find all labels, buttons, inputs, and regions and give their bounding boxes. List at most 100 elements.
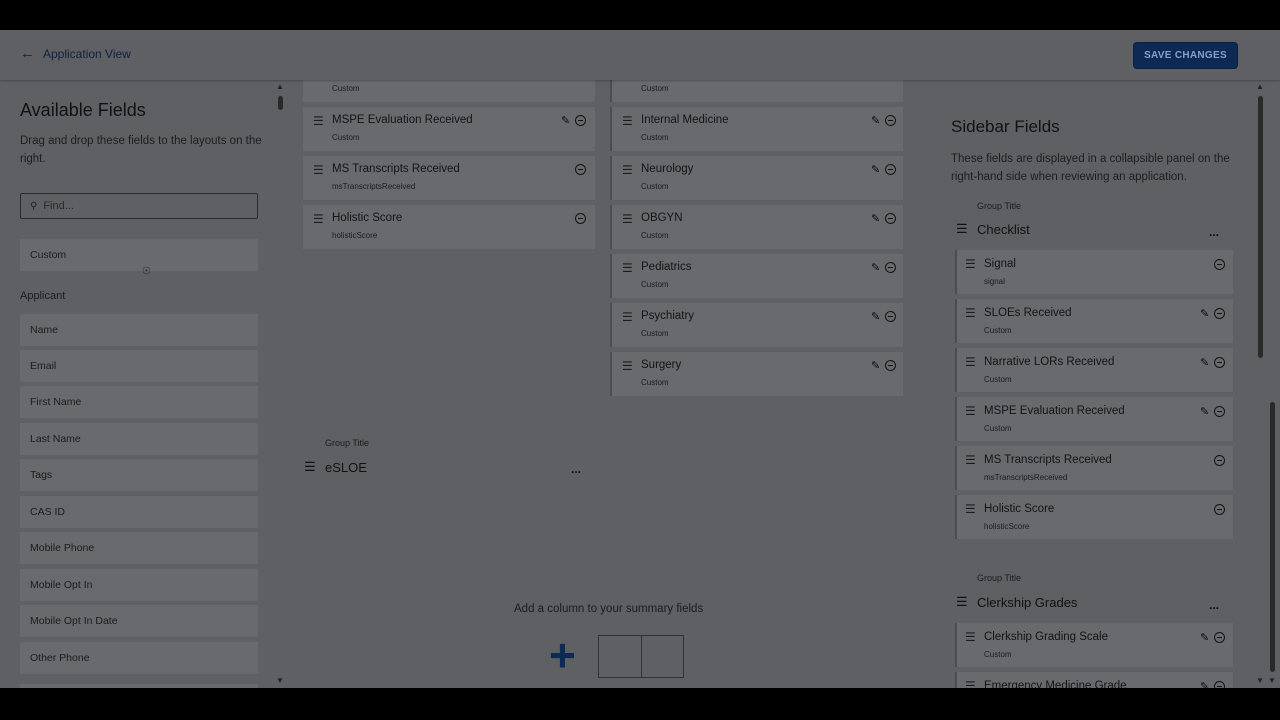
- remove-icon[interactable]: [885, 115, 896, 126]
- remove-icon[interactable]: [885, 311, 896, 322]
- remove-icon[interactable]: [575, 164, 586, 175]
- edit-icon[interactable]: ✎: [561, 114, 570, 127]
- drag-handle-icon[interactable]: ☰: [956, 594, 968, 610]
- layout-field-card[interactable]: ☰ Internal Medicine Custom ✎: [610, 107, 903, 151]
- back-link[interactable]: ← Application View: [20, 46, 131, 61]
- group-menu-button[interactable]: ...: [571, 462, 581, 476]
- field-item[interactable]: First Name: [20, 386, 258, 418]
- edit-icon[interactable]: ✎: [871, 212, 880, 225]
- drag-handle-icon[interactable]: ☰: [965, 356, 976, 368]
- remove-icon[interactable]: [1214, 357, 1225, 368]
- remove-icon[interactable]: [575, 213, 586, 224]
- page-scrollbar[interactable]: ▲ ▼: [1268, 30, 1278, 688]
- layout-field-card[interactable]: ☰ MSPE Evaluation Received Custom ✎: [303, 107, 595, 151]
- field-item[interactable]: CAS ID: [20, 496, 258, 528]
- sidebar-scrollbar[interactable]: ▲ ▼: [1256, 80, 1266, 688]
- drag-handle-icon[interactable]: ☰: [965, 307, 976, 319]
- layout-field-card[interactable]: ☰ MS Transcripts Received msTranscriptsRec…: [303, 156, 595, 200]
- layout-field-card[interactable]: ☰ Neurology Custom ✎: [610, 156, 903, 200]
- sidebar-field-card[interactable]: ☰ Narrative LORs Received Custom ✎: [955, 348, 1233, 392]
- drag-handle-icon[interactable]: ☰: [622, 262, 633, 274]
- two-column-layout-option[interactable]: [598, 635, 684, 678]
- drag-handle-icon[interactable]: ☰: [965, 258, 976, 270]
- group-menu-button[interactable]: ...: [1209, 225, 1219, 239]
- edit-icon[interactable]: ✎: [1200, 356, 1209, 369]
- remove-icon[interactable]: [575, 115, 586, 126]
- drag-handle-icon[interactable]: ☰: [313, 164, 324, 176]
- field-item[interactable]: Other Phone: [20, 642, 258, 674]
- sidebar-field-card[interactable]: ☰ Emergency Medicine Grade ✎: [955, 672, 1233, 688]
- layout-field-card[interactable]: ☰ Psychiatry Custom ✎: [610, 303, 903, 347]
- scroll-thumb[interactable]: [1270, 402, 1275, 672]
- scroll-down-icon[interactable]: ▼: [276, 676, 284, 685]
- remove-icon[interactable]: [885, 262, 896, 273]
- layout-field-card[interactable]: ☰ Pediatrics Custom ✎: [610, 254, 903, 298]
- edit-icon[interactable]: ✎: [1200, 631, 1209, 644]
- drag-handle-icon[interactable]: ☰: [622, 213, 633, 225]
- layout-field-card[interactable]: ☰ Surgery Custom ✎: [610, 352, 903, 396]
- remove-icon[interactable]: [885, 164, 896, 175]
- edit-icon[interactable]: ✎: [871, 114, 880, 127]
- drag-handle-icon[interactable]: ☰: [965, 503, 976, 515]
- remove-icon[interactable]: [885, 360, 896, 371]
- remove-icon[interactable]: [1214, 632, 1225, 643]
- sidebar-field-card[interactable]: ☰ MSPE Evaluation Received Custom ✎: [955, 397, 1233, 441]
- drag-handle-icon[interactable]: ☰: [965, 454, 976, 466]
- drag-handle-icon[interactable]: ☰: [965, 631, 976, 643]
- sidebar-field-card[interactable]: ☰ Holistic Score holisticScore: [955, 495, 1233, 539]
- group-menu-button[interactable]: ...: [1209, 598, 1219, 612]
- layout-field-card[interactable]: ☰ OBGYN Custom ✎: [610, 205, 903, 249]
- field-item[interactable]: Tags: [20, 459, 258, 491]
- drag-handle-icon[interactable]: ☰: [313, 115, 324, 127]
- drag-handle-icon[interactable]: ☰: [313, 213, 324, 225]
- sidebar-field-card[interactable]: ☰ SLOEs Received Custom ✎: [955, 299, 1233, 343]
- field-item[interactable]: Last Name: [20, 423, 258, 455]
- field-item[interactable]: Mobile Opt In Date: [20, 605, 258, 637]
- drag-handle-icon[interactable]: ☰: [622, 360, 633, 372]
- edit-icon[interactable]: ✎: [1200, 307, 1209, 320]
- remove-icon[interactable]: [1214, 308, 1225, 319]
- edit-icon[interactable]: ✎: [871, 359, 880, 372]
- drag-handle-icon[interactable]: ☰: [622, 311, 633, 323]
- sidebar-fields-title: Sidebar Fields: [951, 117, 1060, 136]
- edit-icon[interactable]: ✎: [1200, 405, 1209, 418]
- add-column-icon[interactable]: +: [549, 632, 576, 678]
- scroll-down-icon[interactable]: ▼: [1256, 676, 1264, 685]
- scroll-thumb[interactable]: [278, 96, 283, 110]
- field-item[interactable]: Name: [20, 314, 258, 346]
- sidebar-field-card[interactable]: ☰ Clerkship Grading Scale Custom ✎: [955, 623, 1233, 667]
- remove-icon[interactable]: [1214, 455, 1225, 466]
- drag-handle-icon[interactable]: ☰: [622, 115, 633, 127]
- drag-handle-icon[interactable]: ☰: [622, 164, 633, 176]
- layout-field-card[interactable]: ☰ Holistic Score holisticScore: [303, 205, 595, 249]
- drag-handle-icon[interactable]: ☰: [956, 221, 968, 237]
- remove-icon[interactable]: [1214, 681, 1225, 688]
- left-scrollbar[interactable]: ▲ ▼: [276, 80, 286, 688]
- remove-icon[interactable]: [885, 213, 896, 224]
- find-input[interactable]: [43, 200, 244, 212]
- edit-icon[interactable]: ✎: [871, 163, 880, 176]
- field-item[interactable]: Email: [20, 350, 258, 382]
- drag-handle-icon[interactable]: ☰: [304, 459, 316, 475]
- scroll-thumb[interactable]: [1258, 96, 1263, 358]
- sidebar-field-card[interactable]: ☰ Signal signal: [955, 250, 1233, 294]
- scroll-down-icon[interactable]: ▼: [1268, 676, 1276, 685]
- field-source: Custom: [641, 231, 669, 240]
- field-item[interactable]: Mobile Phone: [20, 532, 258, 564]
- remove-icon[interactable]: [1214, 504, 1225, 515]
- sidebar-field-card[interactable]: ☰ MS Transcripts Received msTranscriptsRec…: [955, 446, 1233, 490]
- drag-handle-icon[interactable]: ☰: [965, 405, 976, 417]
- scroll-up-icon[interactable]: ▲: [276, 82, 284, 91]
- find-field-box[interactable]: ⚲: [20, 193, 258, 219]
- field-item-partial[interactable]: [20, 684, 258, 688]
- save-changes-button[interactable]: SAVE CHANGES: [1133, 42, 1238, 69]
- field-item-custom[interactable]: Custom: [20, 239, 258, 271]
- edit-icon[interactable]: ✎: [871, 261, 880, 274]
- edit-icon[interactable]: ✎: [871, 310, 880, 323]
- edit-icon[interactable]: ✎: [1200, 680, 1209, 688]
- drag-handle-icon[interactable]: ☰: [965, 680, 976, 688]
- remove-icon[interactable]: [1214, 259, 1225, 270]
- scroll-up-icon[interactable]: ▲: [1256, 82, 1264, 91]
- remove-icon[interactable]: [1214, 406, 1225, 417]
- field-item[interactable]: Mobile Opt In: [20, 569, 258, 601]
